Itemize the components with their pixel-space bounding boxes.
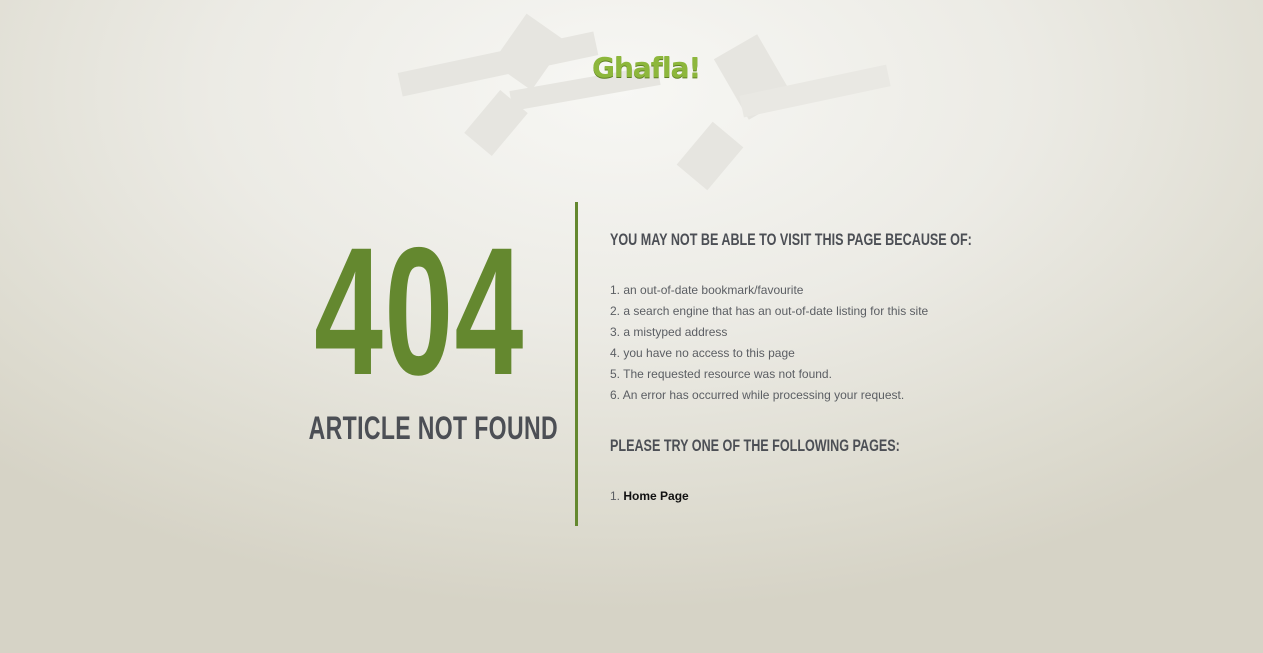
list-item: 3. a mistyped address bbox=[610, 322, 1110, 343]
decorative-tape bbox=[676, 121, 744, 191]
item-text: The requested resource was not found. bbox=[623, 367, 832, 381]
home-page-link[interactable]: Home Page bbox=[623, 489, 688, 503]
item-text: an out-of-date bookmark/favourite bbox=[623, 283, 804, 297]
item-text: a search engine that has an out-of-date … bbox=[623, 304, 929, 318]
error-code: 404 bbox=[314, 209, 525, 413]
error-message: ARTICLE NOT FOUND bbox=[308, 410, 558, 446]
decorative-tape bbox=[492, 13, 566, 91]
suggestions-list: 1. Home Page bbox=[610, 486, 1110, 507]
item-number: 6. bbox=[610, 388, 621, 402]
list-item: 5. The requested resource was not found. bbox=[610, 364, 1110, 385]
reasons-heading: YOU MAY NOT BE ABLE TO VISIT THIS PAGE B… bbox=[610, 230, 972, 249]
info-block: YOU MAY NOT BE ABLE TO VISIT THIS PAGE B… bbox=[610, 230, 1110, 507]
logo[interactable]: Ghafla! bbox=[592, 48, 702, 92]
item-number: 1. bbox=[610, 283, 621, 297]
list-item: 1. an out-of-date bookmark/favourite bbox=[610, 280, 1110, 301]
list-item: 2. a search engine that has an out-of-da… bbox=[610, 301, 1110, 322]
item-text: An error has occurred while processing y… bbox=[622, 388, 905, 402]
list-item: 6. An error has occurred while processin… bbox=[610, 385, 1110, 406]
item-number: 5. bbox=[610, 367, 621, 381]
reasons-list: 1. an out-of-date bookmark/favourite 2. … bbox=[610, 280, 1110, 406]
item-text: you have no access to this page bbox=[623, 346, 795, 360]
item-number: 3. bbox=[610, 325, 621, 339]
list-item: 4. you have no access to this page bbox=[610, 343, 1110, 364]
suggestions-heading: PLEASE TRY ONE OF THE FOLLOWING PAGES: bbox=[610, 436, 900, 455]
item-number: 4. bbox=[610, 346, 621, 360]
divider bbox=[575, 202, 578, 526]
item-number: 1. bbox=[610, 489, 621, 503]
list-item: 1. Home Page bbox=[610, 486, 1110, 507]
item-number: 2. bbox=[610, 304, 621, 318]
item-text: a mistyped address bbox=[623, 325, 728, 339]
error-block: 404 ARTICLE NOT FOUND bbox=[270, 209, 558, 447]
logo-text: Ghafla! bbox=[592, 51, 701, 84]
